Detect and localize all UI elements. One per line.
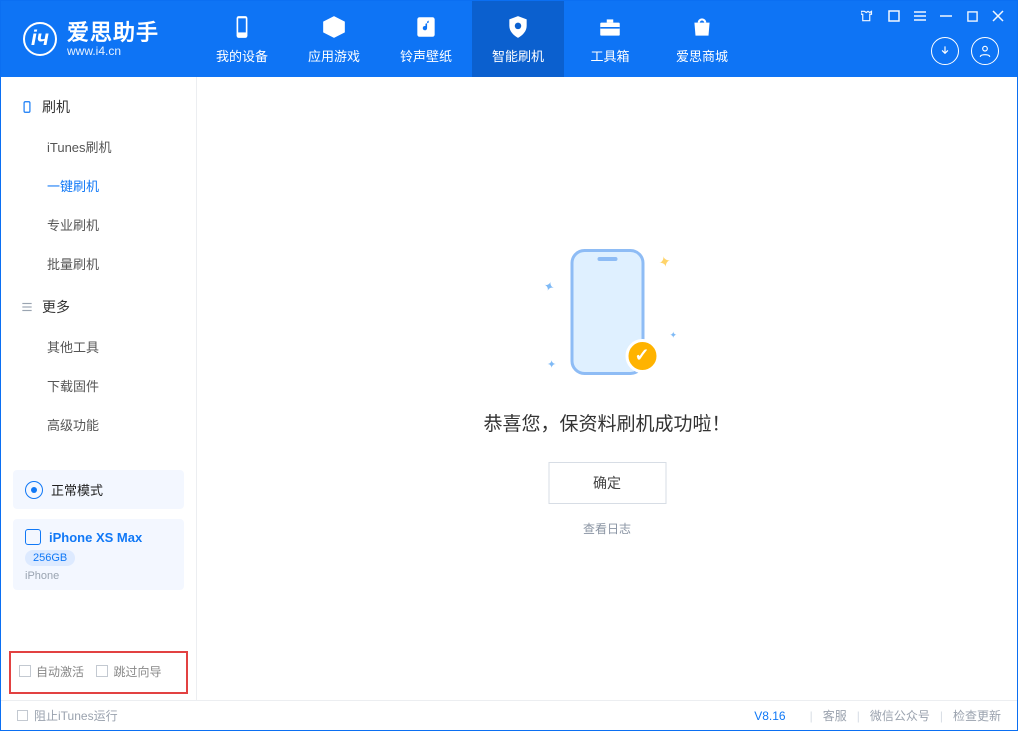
window-controls [861,9,1005,23]
content: ✦ ✦ ✦ ✦ ✓ 恭喜您，保资料刷机成功啦！ 确定 查看日志 [197,77,1017,700]
device-phone-icon [25,529,41,545]
minimize-icon[interactable] [939,9,953,23]
nav-smart-flash[interactable]: 智能刷机 [472,1,564,77]
side-group-flash: 刷机 [1,83,196,127]
view-log-link[interactable]: 查看日志 [583,520,631,537]
phone-icon [229,14,255,40]
footer-link-support[interactable]: 客服 [823,707,847,724]
highlighted-options: 自动激活 跳过向导 [9,651,188,695]
footer-link-update[interactable]: 检查更新 [953,707,1001,724]
sidebar: 刷机 iTunes刷机 一键刷机 专业刷机 批量刷机 更多 其他工具 下载固件 … [1,77,197,700]
app-name: 爱思助手 [67,21,159,45]
nav-my-device[interactable]: 我的设备 [196,1,288,77]
side-item-itunes-flash[interactable]: iTunes刷机 [1,127,196,166]
nav-ringtone-wallpaper[interactable]: 铃声壁纸 [380,1,472,77]
app-domain: www.i4.cn [67,45,159,57]
header-actions [931,37,999,65]
mode-dot-icon [25,481,43,499]
phone-outline-icon [19,100,34,115]
music-icon [413,14,439,40]
success-panel: ✦ ✦ ✦ ✦ ✓ 恭喜您，保资料刷机成功啦！ 确定 查看日志 [483,241,730,537]
download-button[interactable] [931,37,959,65]
side-item-batch-flash[interactable]: 批量刷机 [1,244,196,283]
bag-icon [689,14,715,40]
top-nav: 我的设备 应用游戏 铃声壁纸 智能刷机 工具箱 爱思商城 [196,1,748,77]
mode-card[interactable]: 正常模式 [13,470,184,509]
version-label: V8.16 [754,709,785,723]
auto-activate-checkbox[interactable]: 自动激活 [19,663,84,680]
sparkle-icon: ✦ [656,251,673,272]
device-name: iPhone XS Max [49,530,142,545]
side-group-more: 更多 [1,283,196,327]
shirt-icon[interactable] [861,9,875,23]
check-badge-icon: ✓ [625,339,659,373]
menu-icon[interactable] [913,9,927,23]
side-item-advanced[interactable]: 高级功能 [1,405,196,444]
side-item-download-firmware[interactable]: 下载固件 [1,366,196,405]
skip-guide-checkbox[interactable]: 跳过向导 [96,663,161,680]
nav-store[interactable]: 爱思商城 [656,1,748,77]
maximize-icon[interactable] [965,9,979,23]
rect-icon[interactable] [887,9,901,23]
footer: 阻止iTunes运行 V8.16 | 客服 | 微信公众号 | 检查更新 [1,700,1017,730]
side-item-pro-flash[interactable]: 专业刷机 [1,205,196,244]
logo[interactable]: iч 爱思助手 www.i4.cn [1,1,196,77]
sparkle-icon: ✦ [669,330,677,341]
logo-icon: iч [23,22,57,56]
header: iч 爱思助手 www.i4.cn 我的设备 应用游戏 铃声壁纸 智能刷机 工具… [1,1,1017,77]
toolbox-icon [597,14,623,40]
device-card[interactable]: iPhone XS Max 256GB iPhone [13,519,184,590]
success-message: 恭喜您，保资料刷机成功啦！ [483,409,730,436]
side-item-oneclick-flash[interactable]: 一键刷机 [1,166,196,205]
list-icon [19,300,34,315]
cube-icon [321,14,347,40]
block-itunes-checkbox[interactable]: 阻止iTunes运行 [17,707,118,724]
success-illustration: ✦ ✦ ✦ ✦ ✓ [527,241,687,391]
close-icon[interactable] [991,9,1005,23]
side-item-other-tools[interactable]: 其他工具 [1,327,196,366]
device-storage-badge: 256GB [25,550,75,566]
device-type: iPhone [25,570,172,582]
user-button[interactable] [971,37,999,65]
nav-apps-games[interactable]: 应用游戏 [288,1,380,77]
device-box: 正常模式 iPhone XS Max 256GB iPhone [13,470,184,590]
shield-icon [505,14,531,40]
sparkle-icon: ✦ [547,358,556,371]
sparkle-icon: ✦ [541,277,556,296]
nav-toolbox[interactable]: 工具箱 [564,1,656,77]
body: 刷机 iTunes刷机 一键刷机 专业刷机 批量刷机 更多 其他工具 下载固件 … [1,77,1017,700]
ok-button[interactable]: 确定 [548,462,666,504]
footer-link-wechat[interactable]: 微信公众号 [870,707,930,724]
